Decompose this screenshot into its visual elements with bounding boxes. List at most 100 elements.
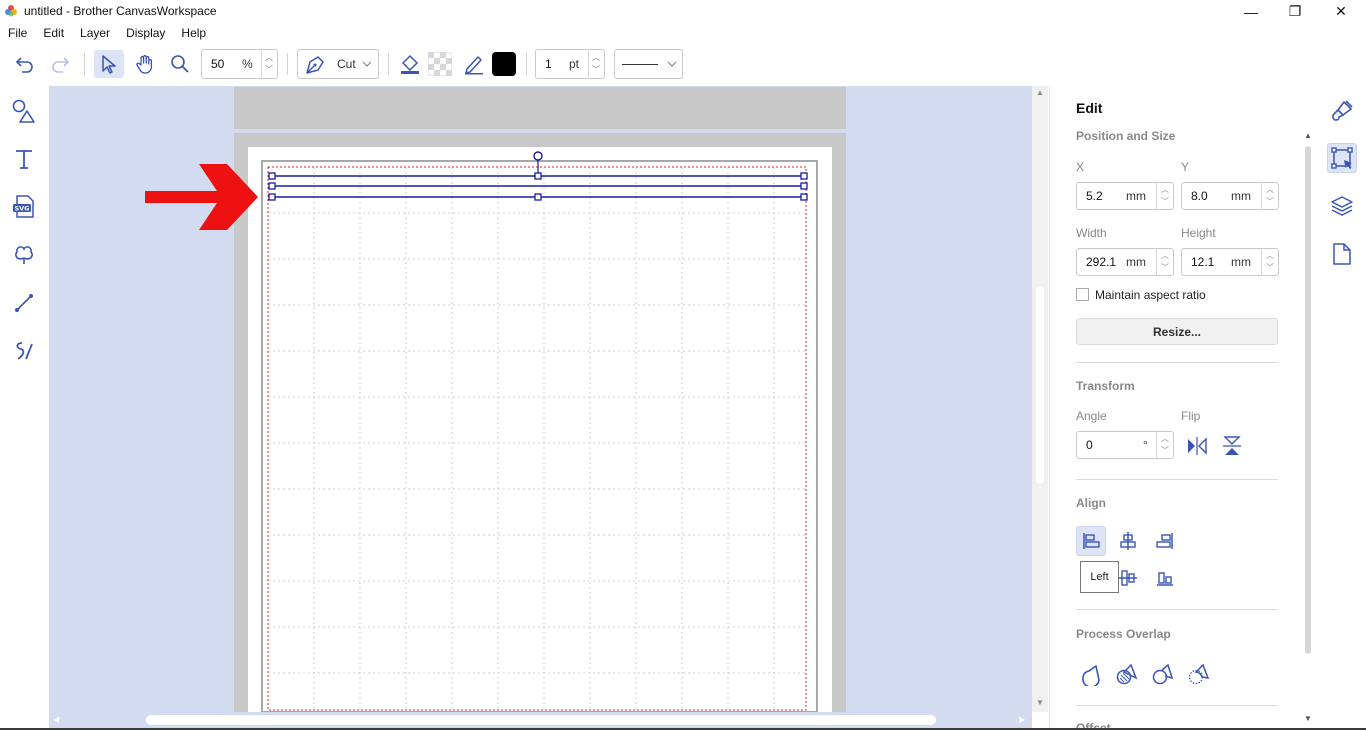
shapes-tool-button[interactable] [9, 96, 39, 126]
width-field[interactable]: 292.1 mm ︿ ﹀ [1076, 248, 1174, 276]
tool-mode-dropdown[interactable]: Cut [297, 49, 379, 79]
minimize-button[interactable]: — [1228, 0, 1274, 23]
section-divider [1076, 479, 1278, 480]
stepper-down-icon[interactable]: ﹀ [592, 64, 600, 75]
hand-tool-button[interactable] [130, 50, 160, 78]
stepper-down-icon[interactable]: ﹀ [1266, 196, 1274, 207]
layers-panel-button[interactable] [1327, 191, 1357, 221]
stepper-up-icon[interactable]: ︿ [265, 52, 273, 63]
zoom-tool-button[interactable] [165, 50, 195, 78]
angle-stepper[interactable]: ︿ ﹀ [1156, 432, 1173, 458]
scroll-left-icon[interactable]: ◀ [53, 715, 59, 724]
resize-button[interactable]: Resize... [1076, 318, 1278, 345]
tool-mode-value: Cut [337, 57, 356, 71]
stepper-down-icon[interactable]: ﹀ [1266, 262, 1274, 273]
scroll-thumb[interactable] [1305, 146, 1311, 654]
scroll-down-icon[interactable]: ▼ [1036, 698, 1044, 707]
stepper-up-icon[interactable]: ︿ [1266, 250, 1274, 261]
paint-bucket-icon [401, 54, 419, 74]
zoom-stepper[interactable]: ︿ ﹀ [261, 50, 277, 78]
canvas-area[interactable] [49, 86, 1032, 712]
x-stepper[interactable]: ︿ ﹀ [1156, 183, 1173, 209]
left-tool-rail: SVG [0, 86, 49, 730]
line-color-button[interactable] [459, 50, 489, 78]
select-tool-button[interactable] [94, 50, 124, 78]
fill-color-button[interactable] [395, 50, 425, 78]
maintain-aspect-checkbox[interactable] [1076, 288, 1089, 301]
y-position-field[interactable]: 8.0 mm ︿ ﹀ [1181, 182, 1279, 210]
line-segment-icon [15, 294, 33, 312]
pointer-icon [102, 55, 116, 74]
scroll-up-icon[interactable]: ▲ [1304, 131, 1312, 140]
redo-button[interactable] [45, 50, 75, 78]
line-tool-button[interactable] [9, 288, 39, 318]
x-position-field[interactable]: 5.2 mm ︿ ﹀ [1076, 182, 1174, 210]
edit-panel-button[interactable] [1327, 143, 1357, 173]
menu-edit[interactable]: Edit [35, 23, 72, 43]
freehand-tool-button[interactable] [9, 336, 39, 366]
text-tool-button[interactable] [9, 144, 39, 174]
width-stepper[interactable]: ︿ ﹀ [1156, 249, 1173, 275]
line-style-dropdown[interactable] [614, 49, 683, 79]
menu-display[interactable]: Display [118, 23, 173, 43]
align-right-button[interactable] [1150, 526, 1180, 556]
menu-file[interactable]: File [0, 23, 35, 43]
flip-label: Flip [1181, 409, 1201, 423]
flip-horizontal-button[interactable] [1182, 431, 1212, 461]
stepper-up-icon[interactable]: ︿ [1161, 250, 1169, 261]
undo-button[interactable] [10, 50, 40, 78]
canvas-drawing[interactable] [49, 86, 1032, 712]
height-unit: mm [1231, 255, 1251, 269]
canvas-vertical-scrollbar[interactable]: ▲ ▼ [1032, 86, 1048, 712]
align-center-button[interactable] [1113, 526, 1143, 556]
page-boundary [261, 160, 818, 712]
scroll-down-icon[interactable]: ▼ [1304, 714, 1312, 723]
height-field[interactable]: 12.1 mm ︿ ﹀ [1181, 248, 1279, 276]
line-width-stepper[interactable]: ︿ ﹀ [588, 50, 604, 78]
stepper-up-icon[interactable]: ︿ [1161, 433, 1169, 444]
solid-line-sample [622, 64, 658, 65]
scroll-up-icon[interactable]: ▲ [1036, 88, 1044, 97]
stepper-down-icon[interactable]: ﹀ [265, 64, 273, 75]
y-stepper[interactable]: ︿ ﹀ [1261, 183, 1278, 209]
scroll-thumb[interactable] [1036, 286, 1044, 484]
line-width-value: 1 [545, 57, 552, 71]
stepper-down-icon[interactable]: ﹀ [1161, 445, 1169, 456]
intersect-button[interactable] [1184, 659, 1214, 689]
weld-button[interactable] [1076, 659, 1106, 689]
menu-help[interactable]: Help [173, 23, 214, 43]
width-value: 292.1 [1086, 255, 1117, 269]
close-button[interactable]: ✕ [1318, 0, 1364, 23]
angle-field[interactable]: 0 ° ︿ ﹀ [1076, 431, 1174, 459]
stepper-up-icon[interactable]: ︿ [1266, 184, 1274, 195]
flip-vertical-button[interactable] [1217, 431, 1247, 461]
svg-import-button[interactable]: SVG [9, 192, 39, 222]
page-panel-button[interactable] [1327, 239, 1357, 269]
stepper-down-icon[interactable]: ﹀ [1161, 262, 1169, 273]
scroll-thumb[interactable] [146, 715, 936, 725]
trim-button[interactable] [1148, 659, 1178, 689]
style-panel-button[interactable] [1327, 96, 1357, 126]
stepper-down-icon[interactable]: ﹀ [1161, 196, 1169, 207]
height-stepper[interactable]: ︿ ﹀ [1261, 249, 1278, 275]
zoom-level-spinner[interactable]: 50 % ︿ ﹀ [201, 49, 278, 79]
align-left-button[interactable] [1076, 526, 1106, 556]
align-bottom-button[interactable] [1150, 563, 1180, 593]
scroll-right-icon[interactable]: ▶ [1019, 715, 1025, 724]
toolbar-separator [526, 53, 527, 75]
stepper-up-icon[interactable]: ︿ [1161, 184, 1169, 195]
process-overlap-heading: Process Overlap [1076, 627, 1171, 641]
fill-none-swatch[interactable] [425, 50, 455, 78]
canvas-horizontal-scrollbar[interactable]: ◀ ▶ [49, 712, 1032, 728]
transform-heading: Transform [1076, 379, 1135, 393]
align-tooltip: Left [1080, 561, 1119, 593]
group-overlap-button[interactable] [1112, 659, 1142, 689]
text-icon [16, 150, 32, 169]
menu-layer[interactable]: Layer [72, 23, 118, 43]
line-color-swatch[interactable] [491, 50, 516, 78]
pattern-tool-button[interactable] [9, 240, 39, 270]
restore-button[interactable]: ❐ [1272, 0, 1318, 23]
stepper-up-icon[interactable]: ︿ [592, 52, 600, 63]
panel-scrollbar[interactable]: ▲ ▼ [1300, 130, 1316, 730]
line-width-spinner[interactable]: 1 pt ︿ ﹀ [535, 49, 605, 79]
